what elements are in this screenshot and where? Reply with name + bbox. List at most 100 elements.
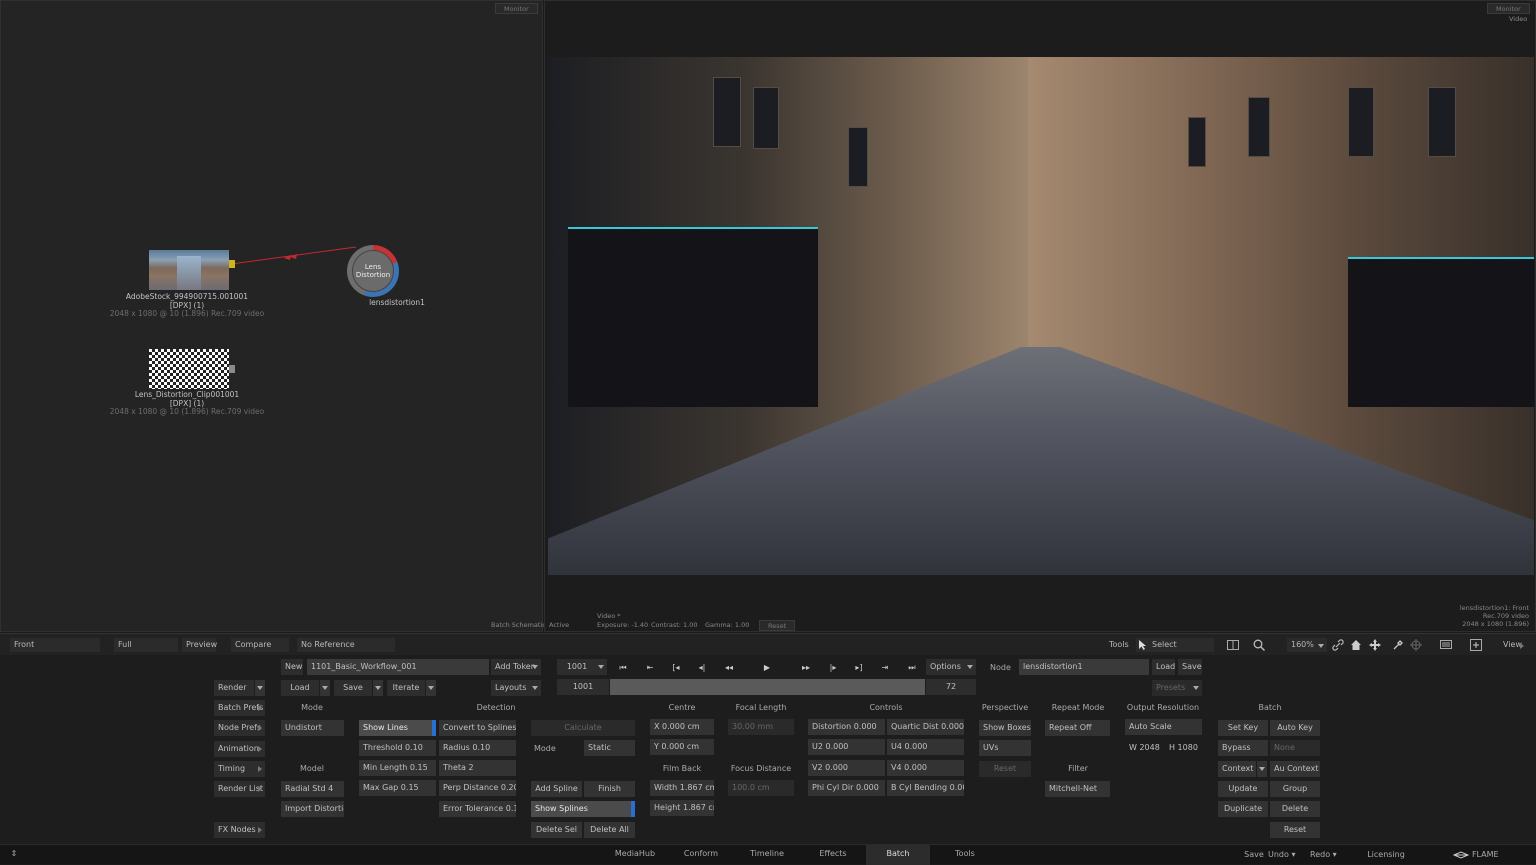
app-menu[interactable]: FLAME bbox=[1446, 845, 1506, 865]
load-caret[interactable] bbox=[320, 680, 330, 696]
iterate-button[interactable]: Iterate bbox=[387, 680, 425, 696]
uvs-button[interactable]: UVs bbox=[979, 740, 1031, 756]
min-length-field[interactable]: Min Length 0.15 bbox=[359, 760, 436, 776]
start-frame-field[interactable]: 1001 bbox=[557, 679, 609, 695]
exposure-value[interactable]: Exposure: -1.40 bbox=[597, 621, 648, 629]
filter-select[interactable]: Mitchell-Net bbox=[1045, 781, 1110, 797]
theta-field[interactable]: Theta 2 bbox=[439, 760, 516, 776]
contrast-value[interactable]: Contrast: 1.00 bbox=[651, 621, 698, 629]
lens-distortion-node[interactable]: Lens Distortion bbox=[347, 245, 399, 297]
output-height-field[interactable]: H 1080 bbox=[1165, 740, 1203, 756]
load-setup-button[interactable]: Load bbox=[281, 680, 319, 696]
image-viewer[interactable]: Monitor Video Active Video * Exposure: -… bbox=[544, 0, 1536, 632]
split-view-icon[interactable] bbox=[1227, 639, 1239, 651]
threshold-field[interactable]: Threshold 0.10 bbox=[359, 740, 436, 756]
tab-mediahub[interactable]: MediaHub bbox=[608, 845, 662, 865]
view-menu[interactable]: View bbox=[1499, 638, 1527, 652]
undistort-select[interactable]: Undistort bbox=[281, 720, 344, 736]
timing-button[interactable]: Timing bbox=[214, 761, 265, 777]
go-end-icon[interactable]: ▸] bbox=[848, 661, 870, 675]
v4-field[interactable]: V4 0.000 bbox=[887, 760, 964, 776]
update-button[interactable]: Update bbox=[1218, 781, 1268, 797]
tab-conform[interactable]: Conform bbox=[674, 845, 728, 865]
error-tolerance-field[interactable]: Error Tolerance 0.10 bbox=[439, 801, 516, 817]
film-back-height-field[interactable]: Height 1.867 cm bbox=[650, 800, 714, 816]
gamma-value[interactable]: Gamma: 1.00 bbox=[705, 621, 749, 629]
expand-arrow-icon[interactable]: ⇕ bbox=[8, 845, 20, 865]
clip-node-thumbnail[interactable] bbox=[149, 250, 235, 290]
options-select[interactable]: Options bbox=[926, 659, 976, 675]
node-output-port[interactable] bbox=[229, 260, 235, 268]
delete-all-button[interactable]: Delete All bbox=[584, 822, 635, 838]
setup-name-field[interactable]: 1101_Basic_Workflow_001 bbox=[307, 659, 489, 675]
calculate-button[interactable]: Calculate bbox=[531, 720, 635, 736]
context-button[interactable]: Context bbox=[1218, 761, 1256, 777]
tab-batch[interactable]: Batch bbox=[866, 845, 930, 865]
phi-cyl-dir-field[interactable]: Phi Cyl Dir 0.000 bbox=[808, 780, 885, 796]
step-back-key-icon[interactable]: ⇤ bbox=[639, 661, 661, 675]
reference-button[interactable]: No Reference bbox=[297, 638, 395, 652]
tab-tools[interactable]: Tools bbox=[938, 845, 992, 865]
show-boxes-button[interactable]: Show Boxes bbox=[979, 720, 1031, 736]
centre-y-field[interactable]: Y 0.000 cm bbox=[650, 739, 714, 755]
auto-scale-button[interactable]: Auto Scale bbox=[1125, 719, 1202, 735]
display-icon[interactable] bbox=[1440, 639, 1452, 651]
add-spline-button[interactable]: Add Spline bbox=[531, 781, 582, 797]
perp-distance-field[interactable]: Perp Distance 0.20 bbox=[439, 780, 516, 796]
centre-x-field[interactable]: X 0.000 cm bbox=[650, 719, 714, 735]
tab-timeline[interactable]: Timeline bbox=[740, 845, 794, 865]
batch-reset-button[interactable]: Reset bbox=[1270, 822, 1320, 838]
full-resolution-button[interactable]: Full Resolution bbox=[114, 638, 178, 663]
focal-length-field[interactable]: 30.00 mm bbox=[728, 719, 794, 735]
prev-key-icon[interactable]: ◂| bbox=[691, 661, 713, 675]
step-forward-icon[interactable]: ▸▸ bbox=[795, 661, 817, 675]
output-width-field[interactable]: W 2048 bbox=[1125, 740, 1163, 756]
new-setup-button[interactable]: New bbox=[281, 659, 303, 675]
layouts-select[interactable]: Layouts bbox=[491, 680, 541, 696]
viewer-image[interactable] bbox=[548, 57, 1534, 575]
next-key-icon[interactable]: |▸ bbox=[822, 661, 844, 675]
end-frame-field[interactable]: 72 bbox=[926, 679, 976, 695]
max-gap-field[interactable]: Max Gap 0.15 bbox=[359, 780, 436, 796]
viewer-reset-button[interactable]: Reset bbox=[759, 620, 796, 631]
u4-field[interactable]: U4 0.000 bbox=[887, 739, 964, 755]
select-tool[interactable]: Select bbox=[1136, 638, 1214, 652]
save-setup-button[interactable]: Save bbox=[334, 680, 372, 696]
show-lines-toggle[interactable]: Show Lines bbox=[359, 720, 436, 736]
go-start-icon[interactable]: [◂ bbox=[665, 661, 687, 675]
redo-button[interactable]: Redo ▾ bbox=[1310, 845, 1344, 865]
tab-effects[interactable]: Effects bbox=[806, 845, 860, 865]
show-splines-toggle[interactable]: Show Splines bbox=[531, 801, 635, 817]
add-token-select[interactable]: Add Token bbox=[491, 659, 541, 675]
convert-to-splines-button[interactable]: Convert to Splines bbox=[439, 720, 516, 736]
u2-field[interactable]: U2 0.000 bbox=[808, 739, 885, 755]
step-back-icon[interactable]: ◂◂ bbox=[718, 661, 740, 675]
finish-button[interactable]: Finish bbox=[584, 781, 635, 797]
set-key-button[interactable]: Set Key bbox=[1218, 720, 1268, 736]
render-list-button[interactable]: Render List bbox=[214, 781, 265, 797]
iterate-caret[interactable] bbox=[426, 680, 436, 696]
v2-field[interactable]: V2 0.000 bbox=[808, 760, 885, 776]
auto-key-button[interactable]: Auto Key bbox=[1270, 720, 1320, 736]
save-caret[interactable] bbox=[373, 680, 383, 696]
render-options-caret[interactable] bbox=[255, 680, 265, 696]
import-distortion-button[interactable]: Import Distortion bbox=[281, 801, 344, 817]
film-back-width-field[interactable]: Width 1.867 cm bbox=[650, 780, 714, 796]
model-select[interactable]: Radial Std 4 bbox=[281, 781, 344, 797]
bypass-target-field[interactable]: None bbox=[1270, 740, 1320, 756]
node-load-button[interactable]: Load bbox=[1152, 659, 1175, 675]
link-icon[interactable] bbox=[1332, 639, 1344, 651]
save-button[interactable]: Save bbox=[1242, 845, 1266, 865]
batch-prefs-button[interactable]: Batch Prefs bbox=[214, 700, 265, 716]
undo-button[interactable]: Undo ▾ bbox=[1268, 845, 1302, 865]
front-view-select[interactable]: Front bbox=[10, 638, 100, 652]
viewer-monitor-button[interactable]: Monitor bbox=[1487, 3, 1530, 14]
node-prefs-button[interactable]: Node Prefs bbox=[214, 720, 265, 736]
search-icon[interactable] bbox=[1253, 639, 1265, 651]
add-overlay-icon[interactable] bbox=[1470, 639, 1482, 651]
delete-button[interactable]: Delete bbox=[1270, 801, 1320, 817]
play-mark-out-icon[interactable]: ⏭ bbox=[901, 661, 923, 675]
spline-mode-select[interactable]: Static bbox=[584, 740, 635, 756]
current-frame-field[interactable]: 1001 bbox=[557, 659, 607, 675]
node-output-port-2[interactable] bbox=[229, 365, 235, 373]
